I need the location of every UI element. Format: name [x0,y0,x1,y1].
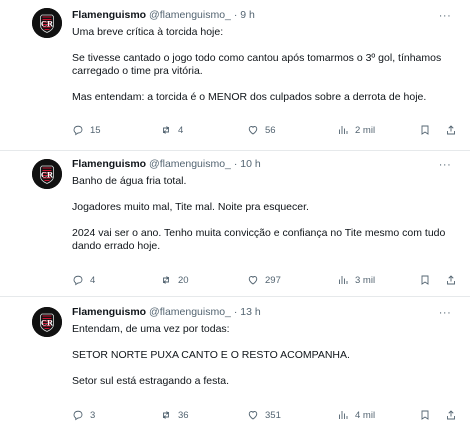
bookmark-icon [421,410,429,420]
reply-icon [73,125,83,136]
retweet-button[interactable]: 4 [160,123,183,137]
heart-icon [248,411,258,420]
tweet-text: Entendam, de uma vez por todas: SETOR NO… [72,323,462,388]
bookmark-button[interactable] [419,123,431,137]
tweet-header: Flamenguismo @flamenguismo_ · 9 h [72,9,255,22]
svg-text:CR: CR [41,318,54,328]
tweet[interactable]: CR Flamenguismo @flamenguismo_ · 10 h ··… [0,151,470,295]
separator-dot: · [233,158,238,170]
tweet-header: Flamenguismo @flamenguismo_ · 10 h [72,158,261,171]
share-button[interactable] [445,123,457,137]
bookmark-icon [421,125,429,135]
share-icon [447,410,455,420]
retweet-button[interactable]: 20 [160,273,189,287]
view-count: 4 mil [355,409,376,421]
share-button[interactable] [445,408,457,422]
separator-dot: · [233,9,238,21]
separator-dot: · [233,306,238,318]
tweet-text: Uma breve crítica à torcida hoje: Se tiv… [72,26,462,104]
reply-count: 4 [90,274,96,286]
bookmark-button[interactable] [419,408,431,422]
like-button[interactable]: 351 [247,408,281,422]
svg-text:CR: CR [41,19,54,29]
tweet-actions: 3 36 351 4 mil [72,408,462,422]
retweet-count: 4 [178,124,184,136]
timeline-feed: CR Flamenguismo @flamenguismo_ · 9 h ···… [0,0,470,430]
avatar[interactable]: CR [32,159,62,189]
views-button[interactable]: 3 mil [337,273,375,287]
svg-text:CR: CR [41,170,54,180]
like-button[interactable]: 297 [247,273,281,287]
reply-button[interactable]: 3 [72,408,95,422]
timestamp[interactable]: 13 h [240,306,260,318]
views-icon [339,126,348,134]
more-icon[interactable]: ··· [438,160,452,171]
retweet-button[interactable]: 36 [160,408,189,422]
reply-button[interactable]: 15 [72,123,101,137]
more-icon[interactable]: ··· [438,11,452,22]
like-button[interactable]: 56 [247,123,276,137]
reply-button[interactable]: 4 [72,273,95,287]
share-icon [447,125,455,135]
display-name[interactable]: Flamenguismo [72,306,146,318]
more-icon[interactable]: ··· [438,308,452,319]
tweet-text-content: Banho de água fria total. Jogadores muit… [72,175,446,252]
retweet-icon [163,411,169,419]
share-icon [447,275,455,285]
view-count: 3 mil [355,274,376,286]
bookmark-button[interactable] [419,273,431,287]
avatar[interactable]: CR [32,307,62,337]
tweet[interactable]: CR Flamenguismo @flamenguismo_ · 13 h ··… [0,297,470,430]
bookmark-icon [421,275,429,285]
like-count: 297 [265,274,281,286]
tweet-text: Banho de água fria total. Jogadores muit… [72,175,462,253]
like-count: 351 [265,409,281,421]
flamengo-crest-icon: CR [32,307,62,337]
tweet-text-content: Entendam, de uma vez por todas: SETOR NO… [72,323,350,387]
timestamp[interactable]: 9 h [240,9,255,21]
timestamp[interactable]: 10 h [240,158,260,170]
tweet-actions: 4 20 297 3 mil [72,273,462,287]
share-button[interactable] [445,273,457,287]
user-handle[interactable]: @flamenguismo_ [149,158,231,170]
heart-icon [248,126,258,135]
flamengo-crest-icon: CR [32,8,62,38]
views-icon [339,411,348,419]
tweet-header: Flamenguismo @flamenguismo_ · 13 h [72,306,261,319]
tweet-text-content: Uma breve crítica à torcida hoje: Se tiv… [72,26,442,103]
reply-icon [73,275,83,286]
display-name[interactable]: Flamenguismo [72,158,146,170]
views-button[interactable]: 4 mil [337,408,375,422]
views-icon [339,276,348,284]
view-count: 2 mil [355,124,376,136]
like-count: 56 [265,124,276,136]
views-button[interactable]: 2 mil [337,123,375,137]
retweet-icon [163,126,169,134]
flamengo-crest-icon: CR [32,159,62,189]
user-handle[interactable]: @flamenguismo_ [149,9,231,21]
display-name[interactable]: Flamenguismo [72,9,146,21]
tweet[interactable]: CR Flamenguismo @flamenguismo_ · 9 h ···… [0,0,470,150]
retweet-icon [163,276,169,284]
retweet-count: 36 [178,409,189,421]
tweet-actions: 15 4 56 2 mil [72,123,462,137]
reply-icon [73,410,83,421]
retweet-count: 20 [178,274,189,286]
reply-count: 15 [90,124,101,136]
user-handle[interactable]: @flamenguismo_ [149,306,231,318]
reply-count: 3 [90,409,96,421]
heart-icon [248,276,258,285]
avatar[interactable]: CR [32,8,62,38]
